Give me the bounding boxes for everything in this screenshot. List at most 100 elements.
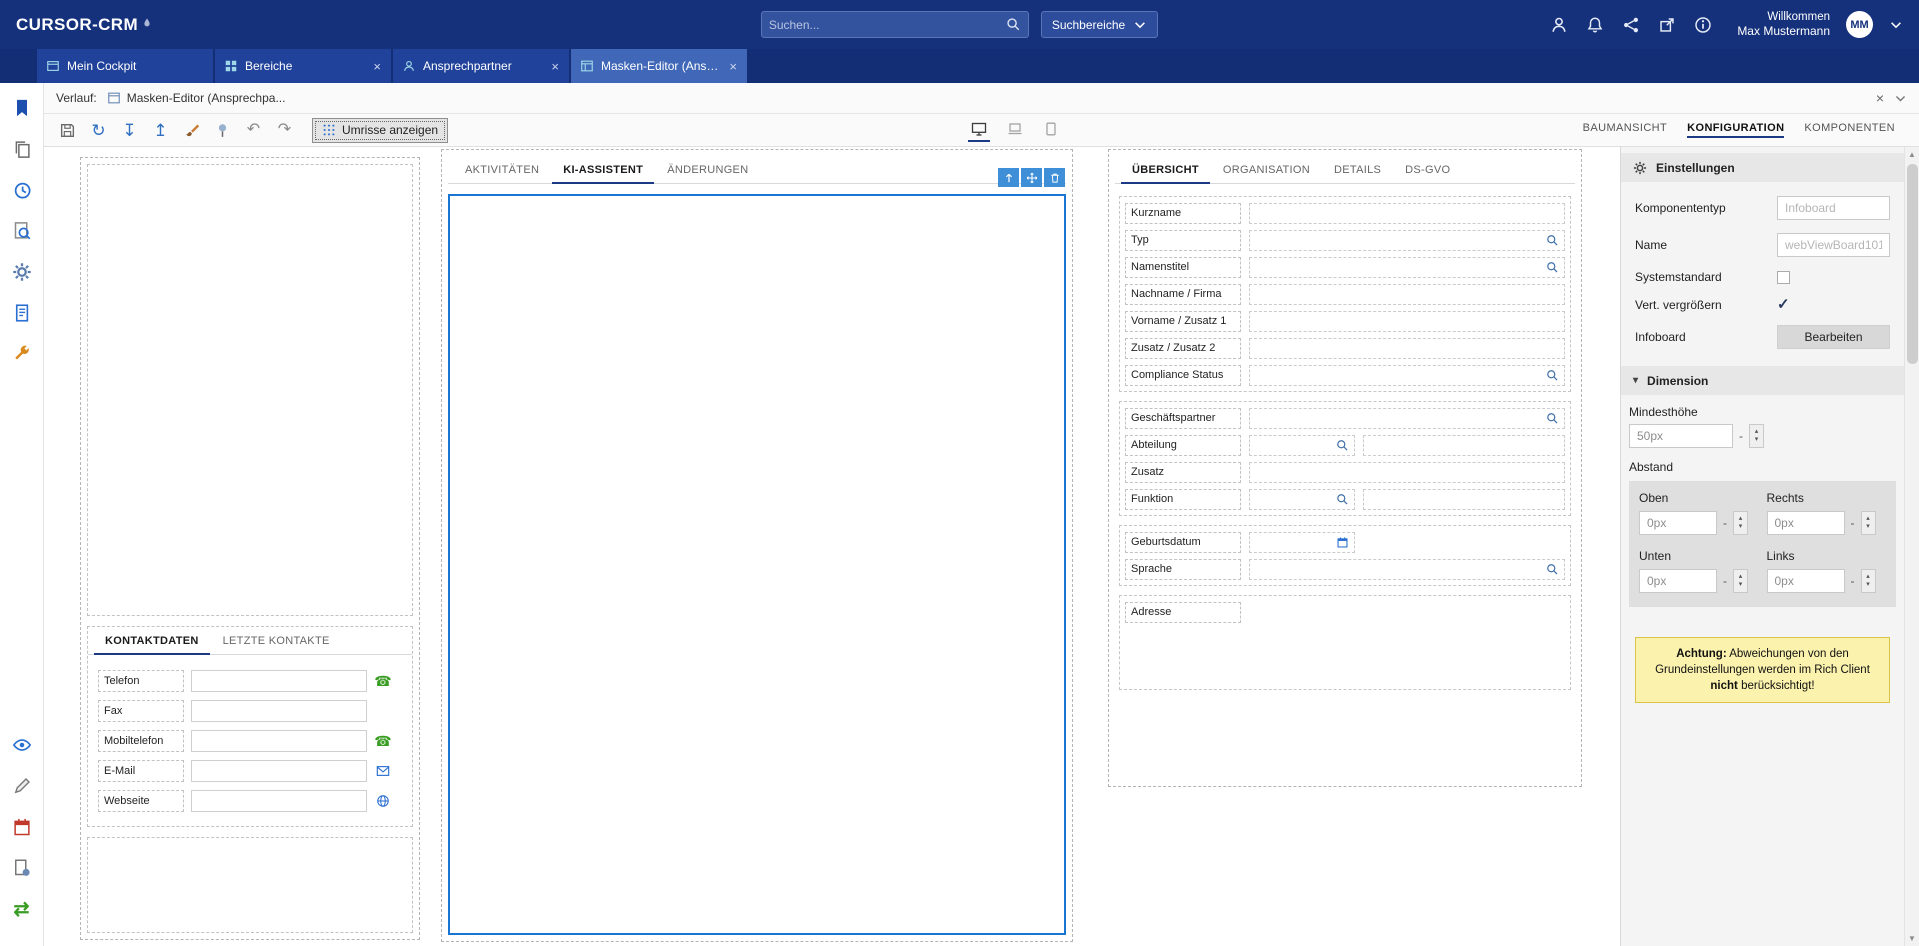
desktop-view-toggle[interactable] bbox=[968, 118, 990, 142]
share-icon[interactable] bbox=[1621, 15, 1641, 35]
copy-icon[interactable] bbox=[11, 138, 33, 160]
close-icon[interactable]: × bbox=[372, 60, 382, 73]
mobiltelefon-input[interactable] bbox=[191, 730, 367, 752]
search-scope-button[interactable]: Suchbereiche bbox=[1041, 11, 1158, 38]
delete-trash-button[interactable] bbox=[1044, 168, 1065, 187]
notifications-bell-icon[interactable] bbox=[1585, 15, 1605, 35]
nachname-firma-input[interactable] bbox=[1249, 284, 1565, 305]
search-input[interactable] bbox=[769, 18, 1006, 32]
watch-eye-icon[interactable] bbox=[11, 734, 33, 756]
tab-ds-gvo[interactable]: DS-GVO bbox=[1394, 156, 1461, 184]
tab-ansprechpartner[interactable]: Ansprechpartner × bbox=[393, 49, 569, 83]
pin-button[interactable] bbox=[209, 117, 236, 143]
undo-button[interactable]: ↶ bbox=[240, 117, 267, 143]
close-icon[interactable]: × bbox=[1876, 90, 1884, 106]
selected-infoboard-component[interactable] bbox=[448, 194, 1066, 935]
tab-uebersicht[interactable]: ÜBERSICHT bbox=[1121, 156, 1210, 184]
empty-component-area[interactable] bbox=[87, 837, 413, 933]
abteilung-text-input[interactable] bbox=[1363, 435, 1565, 456]
tab-konfiguration[interactable]: KONFIGURATION bbox=[1687, 122, 1784, 138]
scroll-down-arrow[interactable]: ▼ bbox=[1905, 931, 1919, 946]
oben-stepper[interactable]: ▴▾ bbox=[1733, 511, 1748, 535]
tab-kontaktdaten[interactable]: KONTAKTDATEN bbox=[94, 627, 210, 655]
unten-stepper[interactable]: ▴▾ bbox=[1733, 569, 1748, 593]
adresse-area[interactable] bbox=[1125, 628, 1565, 684]
avatar[interactable]: MM bbox=[1846, 11, 1873, 38]
unten-input[interactable] bbox=[1639, 569, 1717, 593]
tab-letzte-kontakte[interactable]: LETZTE KONTAKTE bbox=[212, 627, 341, 655]
tab-bereiche[interactable]: Bereiche × bbox=[215, 49, 391, 83]
oben-input[interactable] bbox=[1639, 511, 1717, 535]
tab-aktivitaeten[interactable]: AKTIVITÄTEN bbox=[454, 156, 550, 184]
tab-ki-assistent[interactable]: KI-ASSISTENT bbox=[552, 156, 654, 184]
compliance-status-input[interactable] bbox=[1249, 365, 1565, 386]
empty-component-area[interactable] bbox=[87, 164, 413, 616]
document-icon[interactable] bbox=[11, 302, 33, 324]
history-item[interactable]: Masken-Editor (Ansprechpa... bbox=[107, 91, 286, 105]
zusatz-zusatz2-input[interactable] bbox=[1249, 338, 1565, 359]
laptop-view-toggle[interactable] bbox=[1004, 118, 1026, 142]
settings-section-header[interactable]: Einstellungen bbox=[1621, 153, 1904, 182]
funktion-lookup-input[interactable] bbox=[1249, 489, 1355, 510]
geschaeftspartner-input[interactable] bbox=[1249, 408, 1565, 429]
links-input[interactable] bbox=[1767, 569, 1845, 593]
close-icon[interactable]: × bbox=[728, 60, 738, 73]
vorname-zusatz1-input[interactable] bbox=[1249, 311, 1565, 332]
user-menu-chevron-icon[interactable] bbox=[1889, 18, 1903, 32]
chevron-down-icon[interactable] bbox=[1894, 92, 1907, 105]
links-stepper[interactable]: ▴▾ bbox=[1861, 569, 1876, 593]
tablet-view-toggle[interactable] bbox=[1040, 118, 1062, 142]
tab-mein-cockpit[interactable]: Mein Cockpit bbox=[37, 49, 213, 83]
rechts-input[interactable] bbox=[1767, 511, 1845, 535]
funktion-text-input[interactable] bbox=[1363, 489, 1565, 510]
dimension-section-header[interactable]: ▾ Dimension bbox=[1621, 366, 1904, 395]
scrollbar-thumb[interactable] bbox=[1907, 164, 1918, 364]
tab-organisation[interactable]: ORGANISATION bbox=[1212, 156, 1321, 184]
external-link-icon[interactable] bbox=[1657, 15, 1677, 35]
scroll-up-arrow[interactable]: ▲ bbox=[1905, 147, 1919, 162]
save-button[interactable] bbox=[54, 117, 81, 143]
namenstitel-input[interactable] bbox=[1249, 257, 1565, 278]
show-outlines-toggle[interactable]: Umrisse anzeigen bbox=[312, 118, 448, 143]
telefon-input[interactable] bbox=[191, 670, 367, 692]
mindesthoehe-input[interactable] bbox=[1629, 424, 1733, 448]
tab-masken-editor[interactable]: Masken-Editor (Ansp... × bbox=[571, 49, 747, 83]
search-icon[interactable] bbox=[1006, 17, 1021, 32]
tab-details[interactable]: DETAILS bbox=[1323, 156, 1392, 184]
brush-button[interactable] bbox=[178, 117, 205, 143]
export-button[interactable]: ↥ bbox=[147, 117, 174, 143]
webseite-input[interactable] bbox=[191, 790, 367, 812]
bookmark-icon[interactable] bbox=[11, 97, 33, 119]
user-directory-icon[interactable] bbox=[1549, 15, 1569, 35]
tab-aenderungen[interactable]: ÄNDERUNGEN bbox=[656, 156, 759, 184]
info-icon[interactable] bbox=[1693, 15, 1713, 35]
bearbeiten-button[interactable]: Bearbeiten bbox=[1777, 325, 1890, 349]
tools-wrench-icon[interactable] bbox=[11, 343, 33, 365]
import-button[interactable]: ↧ bbox=[116, 117, 143, 143]
sprache-input[interactable] bbox=[1249, 559, 1565, 580]
kurzname-input[interactable] bbox=[1249, 203, 1565, 224]
gear-icon[interactable] bbox=[11, 261, 33, 283]
email-input[interactable] bbox=[191, 760, 367, 782]
document-settings-icon[interactable] bbox=[11, 857, 33, 879]
mindesthoehe-stepper[interactable]: ▴▾ bbox=[1749, 424, 1764, 448]
edit-pencil-icon[interactable] bbox=[11, 775, 33, 797]
tab-baumansicht[interactable]: BAUMANSICHT bbox=[1583, 122, 1667, 138]
move-up-button[interactable] bbox=[998, 168, 1019, 187]
tab-komponenten[interactable]: KOMPONENTEN bbox=[1804, 122, 1895, 138]
fax-input[interactable] bbox=[191, 700, 367, 722]
redo-button[interactable]: ↷ bbox=[271, 117, 298, 143]
typ-input[interactable] bbox=[1249, 230, 1565, 251]
history-icon[interactable] bbox=[11, 179, 33, 201]
calendar-icon[interactable] bbox=[11, 816, 33, 838]
geburtsdatum-input[interactable] bbox=[1249, 532, 1355, 553]
abteilung-lookup-input[interactable] bbox=[1249, 435, 1355, 456]
zusatz-input[interactable] bbox=[1249, 462, 1565, 483]
transfer-icon[interactable]: ⇄ bbox=[11, 898, 33, 920]
search-document-icon[interactable] bbox=[11, 220, 33, 242]
move-drag-button[interactable] bbox=[1021, 168, 1042, 187]
close-icon[interactable]: × bbox=[550, 60, 560, 73]
systemstandard-checkbox[interactable] bbox=[1777, 271, 1790, 284]
vertical-scrollbar[interactable]: ▲ ▼ bbox=[1904, 147, 1919, 946]
refresh-button[interactable]: ↻ bbox=[85, 117, 112, 143]
